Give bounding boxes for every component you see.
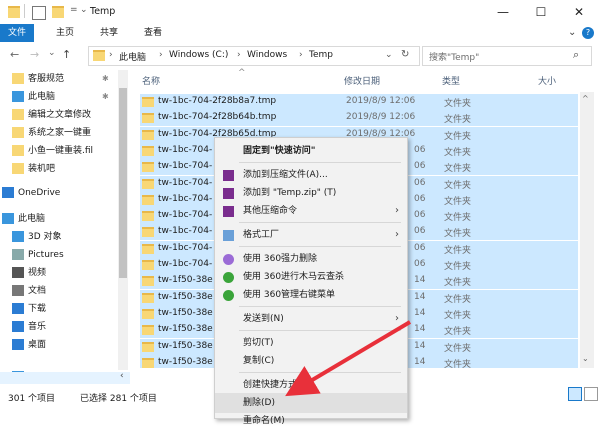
annotation-arrow: [285, 320, 412, 397]
red-arrow-icon: [285, 320, 412, 397]
